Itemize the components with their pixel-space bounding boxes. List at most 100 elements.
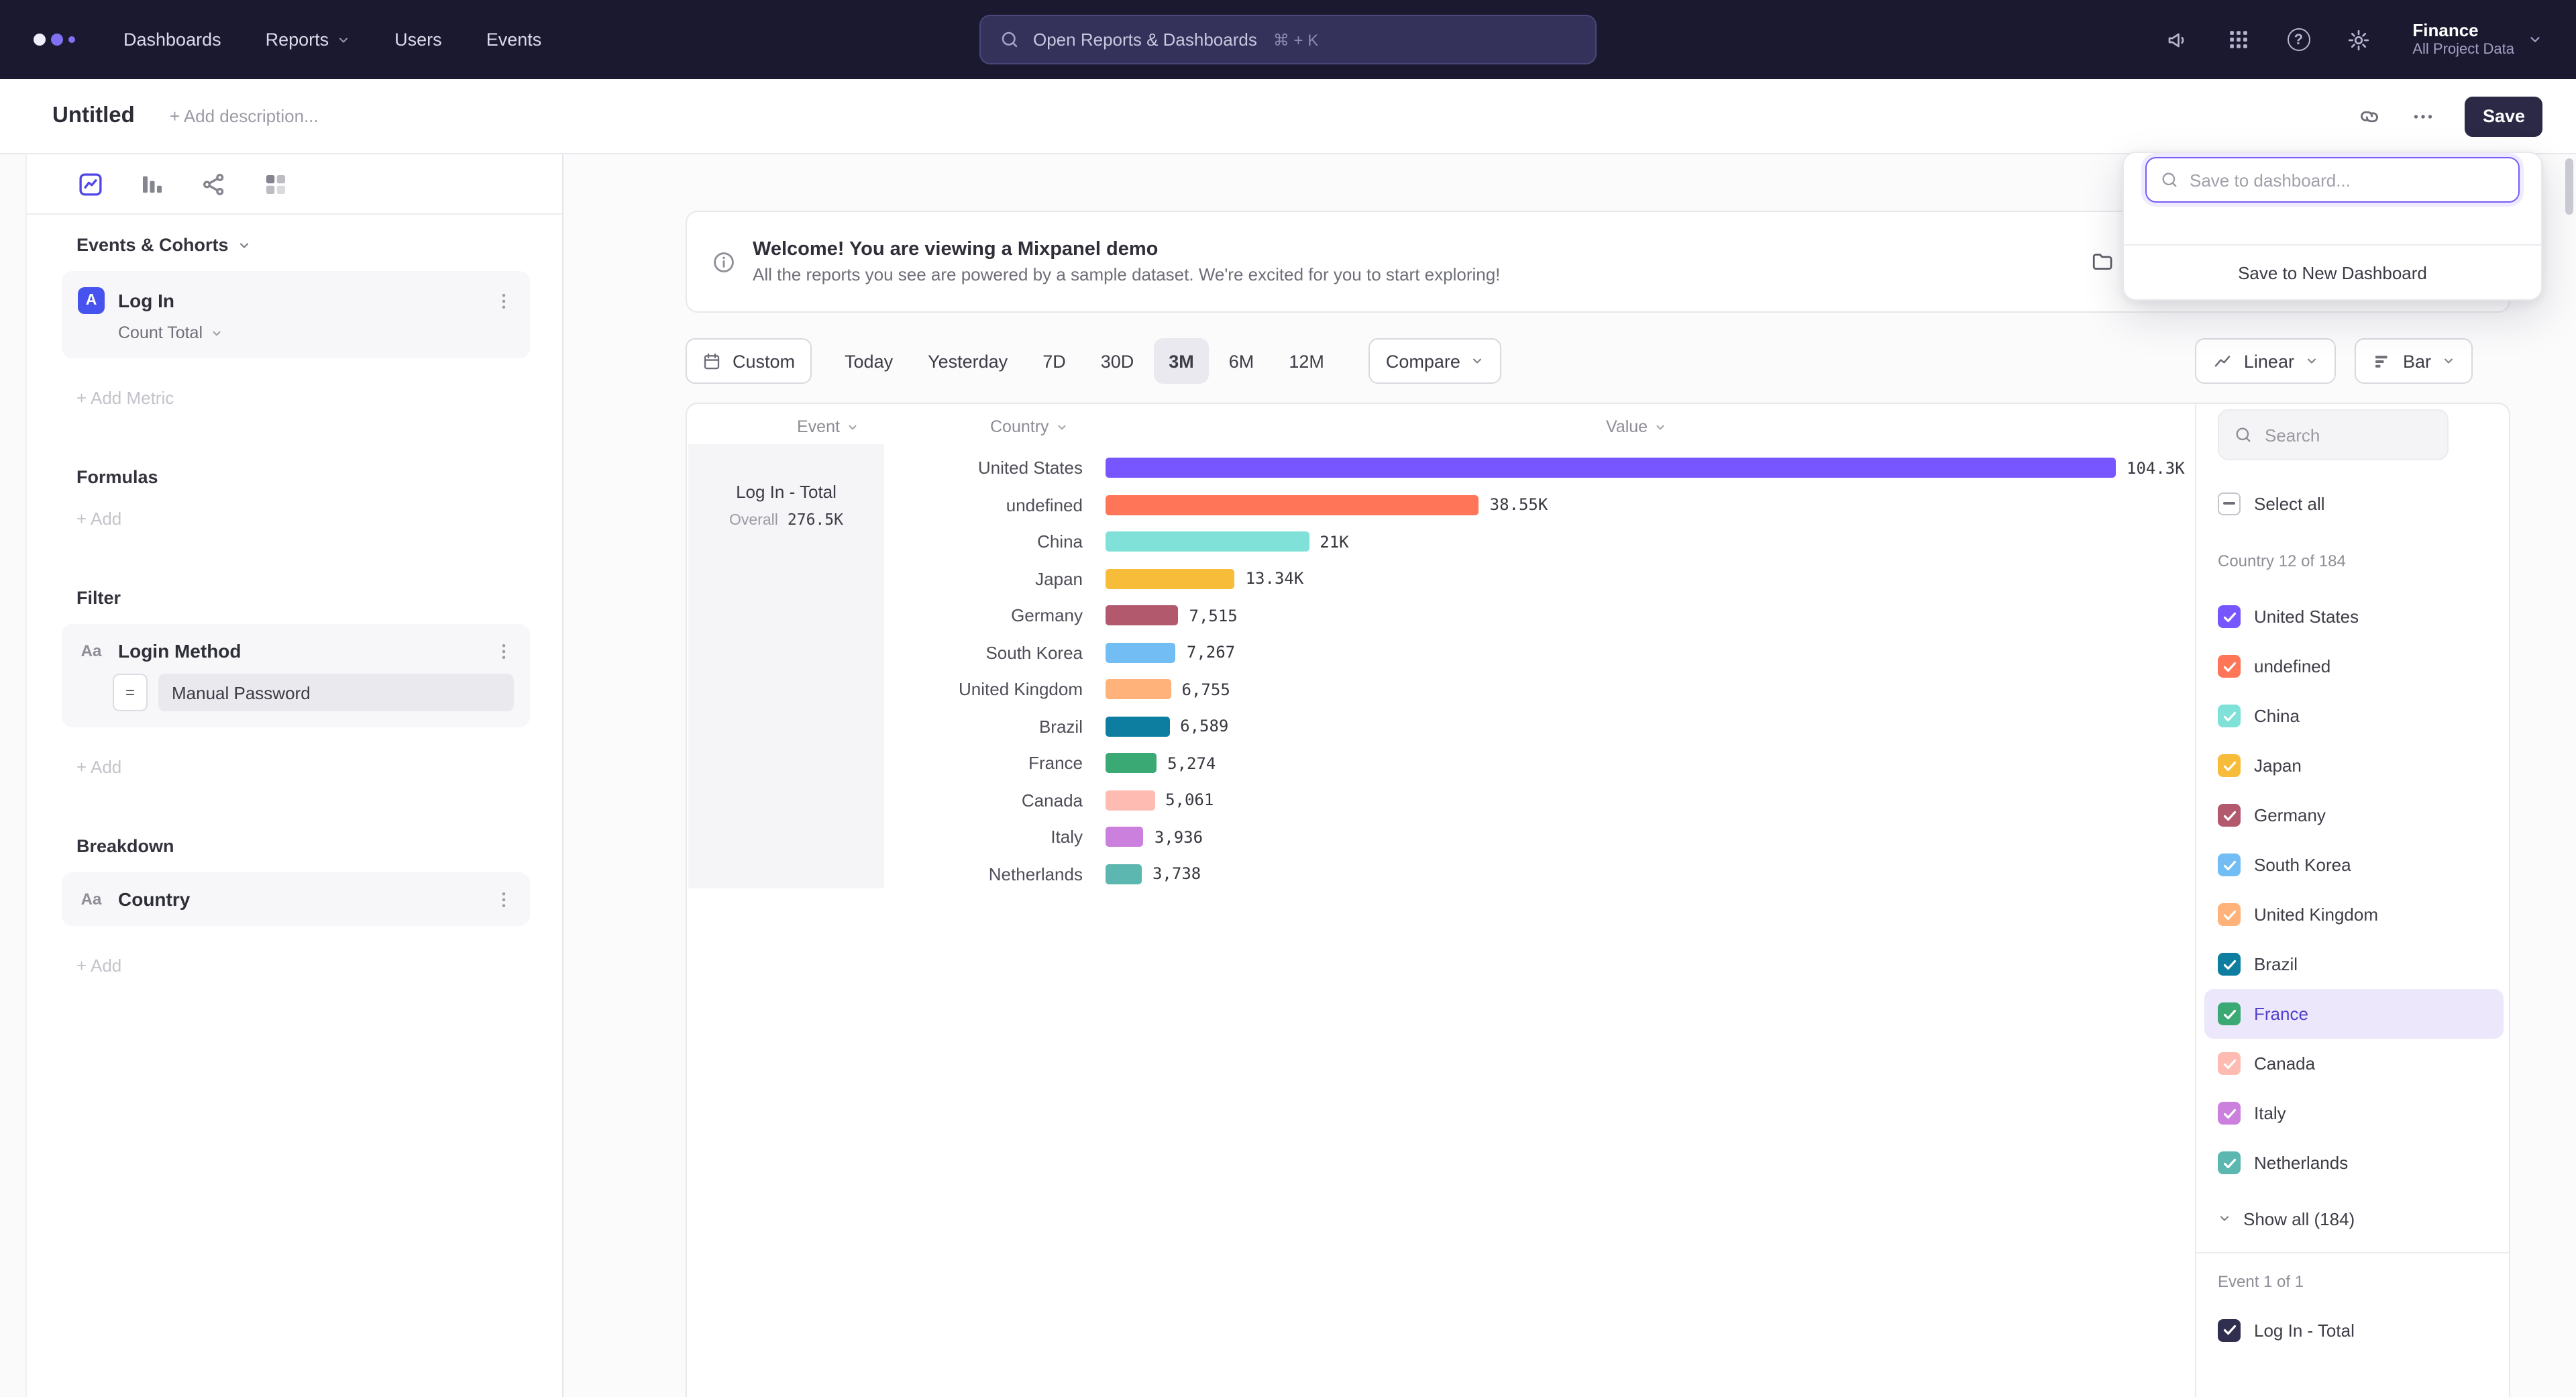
legend-country-united-states[interactable]: United States [2204, 592, 2504, 641]
legend-country-france[interactable]: France [2204, 989, 2504, 1039]
add-filter-button[interactable]: + Add [76, 757, 562, 777]
breakdown-card[interactable]: Aa Country [62, 872, 530, 926]
checkbox-checked[interactable] [2218, 1318, 2241, 1341]
tab-retention[interactable] [262, 170, 290, 198]
help-icon[interactable]: ? [2284, 25, 2313, 54]
event-letter-badge: A [78, 287, 105, 314]
legend-search-input[interactable] [2265, 425, 2432, 445]
nav-item-events[interactable]: Events [486, 30, 542, 50]
bar-value: 104.3K [2127, 459, 2185, 478]
date-range-30d[interactable]: 30D [1086, 338, 1149, 384]
date-range-7d[interactable]: 7D [1028, 338, 1081, 384]
kebab-menu-icon[interactable] [494, 641, 514, 661]
compare-button[interactable]: Compare [1368, 338, 1502, 384]
filter-operator[interactable]: = [113, 674, 148, 711]
linear-scale-icon [2213, 351, 2233, 371]
checkbox-checked[interactable] [2218, 1002, 2241, 1025]
question-mark-glyph: ? [2287, 28, 2310, 51]
string-property-icon: Aa [78, 890, 105, 909]
whats-new-icon[interactable] [2163, 25, 2192, 54]
legend-country-brazil[interactable]: Brazil [2204, 939, 2504, 989]
report-title[interactable]: Untitled [52, 103, 135, 129]
filter-card[interactable]: Aa Login Method = Manual Password [62, 624, 530, 727]
nav-item-reports[interactable]: Reports [266, 30, 351, 50]
select-all-row[interactable]: Select all [2218, 487, 2490, 519]
legend-country-netherlands[interactable]: Netherlands [2204, 1138, 2504, 1188]
add-breakdown-button[interactable]: + Add [76, 955, 562, 976]
date-range-12m[interactable]: 12M [1274, 338, 1339, 384]
legend-country-japan[interactable]: Japan [2204, 741, 2504, 790]
more-options-icon[interactable] [2412, 104, 2436, 128]
column-header-value[interactable]: Value [1606, 417, 1666, 436]
project-selector[interactable]: Finance All Project Data [2412, 19, 2542, 60]
bar-value: 3,738 [1152, 865, 1201, 884]
settings-icon[interactable] [2344, 25, 2373, 54]
chevron-down-icon [2442, 354, 2455, 368]
horizontal-bar-chart-icon [2372, 351, 2392, 371]
checkbox-checked[interactable] [2218, 903, 2241, 926]
save-to-new-dashboard-item[interactable]: Save to New Dashboard [2124, 246, 2541, 299]
checkbox-checked[interactable] [2218, 1151, 2241, 1174]
legend-country-united-kingdom[interactable]: United Kingdom [2204, 890, 2504, 939]
report-description-placeholder[interactable]: + Add description... [170, 106, 319, 126]
scrollbar-thumb[interactable] [2565, 158, 2573, 215]
nav-item-dashboards[interactable]: Dashboards [123, 30, 221, 50]
checkbox-checked[interactable] [2218, 705, 2241, 727]
legend-country-italy[interactable]: Italy [2204, 1088, 2504, 1138]
tab-insights[interactable] [76, 170, 105, 198]
date-range-yesterday[interactable]: Yesterday [913, 338, 1022, 384]
checkbox-checked[interactable] [2218, 1102, 2241, 1125]
column-header-event[interactable]: Event [797, 417, 859, 436]
legend-country-undefined[interactable]: undefined [2204, 641, 2504, 691]
filter-value-field[interactable]: Manual Password [158, 674, 514, 711]
checkbox-checked[interactable] [2218, 605, 2241, 628]
legend-country-label: United States [2254, 607, 2359, 627]
banner-title: Welcome! You are viewing a Mixpanel demo [753, 239, 1500, 260]
mixpanel-insights-report: Dashboards Reports Users Events Open Report… [0, 0, 2576, 1397]
legend-country-germany[interactable]: Germany [2204, 790, 2504, 840]
legend-country-south-korea[interactable]: South Korea [2204, 840, 2504, 890]
checkbox-checked[interactable] [2218, 953, 2241, 976]
add-metric-button[interactable]: + Add Metric [76, 388, 562, 408]
apps-grid-icon[interactable] [2223, 25, 2253, 54]
events-cohorts-section-label[interactable]: Events & Cohorts [76, 235, 562, 255]
metric-card[interactable]: A Log In Count Total [62, 271, 530, 358]
add-formula-button[interactable]: + Add [76, 509, 562, 529]
save-dashboard-input[interactable] [2190, 170, 2505, 190]
date-range-custom[interactable]: Custom [686, 338, 811, 384]
copy-link-icon[interactable] [2358, 104, 2382, 128]
date-range-6m[interactable]: 6M [1214, 338, 1269, 384]
legend-country-canada[interactable]: Canada [2204, 1039, 2504, 1088]
scale-selector[interactable]: Linear [2196, 338, 2336, 384]
date-range-3m[interactable]: 3M [1154, 338, 1209, 384]
search-icon [1000, 30, 1020, 50]
kebab-menu-icon[interactable] [494, 889, 514, 909]
bar [1106, 643, 1176, 663]
series-name: Log In - Total [736, 482, 837, 502]
show-all-button[interactable]: Show all (184) [2218, 1198, 2490, 1239]
global-search[interactable]: Open Reports & Dashboards ⌘ + K [979, 15, 1597, 64]
bar [1106, 790, 1155, 811]
chart-type-selector[interactable]: Bar [2355, 338, 2473, 384]
bar-row-japan: Japan13.34K [902, 560, 2185, 597]
date-range-today[interactable]: Today [830, 338, 908, 384]
checkbox-checked[interactable] [2218, 754, 2241, 777]
legend-event-row[interactable]: Log In - Total [2218, 1310, 2490, 1350]
checkbox-checked[interactable] [2218, 804, 2241, 827]
column-header-country[interactable]: Country [990, 417, 1068, 436]
kebab-menu-icon[interactable] [494, 291, 514, 311]
aggregation-dropdown[interactable]: Count Total [118, 323, 514, 342]
legend-country-china[interactable]: China [2204, 691, 2504, 741]
bar [1106, 754, 1157, 774]
search-icon [2160, 170, 2179, 189]
checkbox-indeterminate[interactable] [2218, 492, 2241, 515]
checkbox-checked[interactable] [2218, 853, 2241, 876]
tab-funnels[interactable] [138, 170, 166, 198]
legend-search[interactable] [2218, 409, 2449, 460]
mixpanel-logo[interactable] [34, 34, 75, 46]
nav-item-users[interactable]: Users [394, 30, 442, 50]
save-button[interactable]: Save [2465, 96, 2542, 136]
checkbox-checked[interactable] [2218, 1052, 2241, 1075]
checkbox-checked[interactable] [2218, 655, 2241, 678]
tab-flows[interactable] [200, 170, 228, 198]
